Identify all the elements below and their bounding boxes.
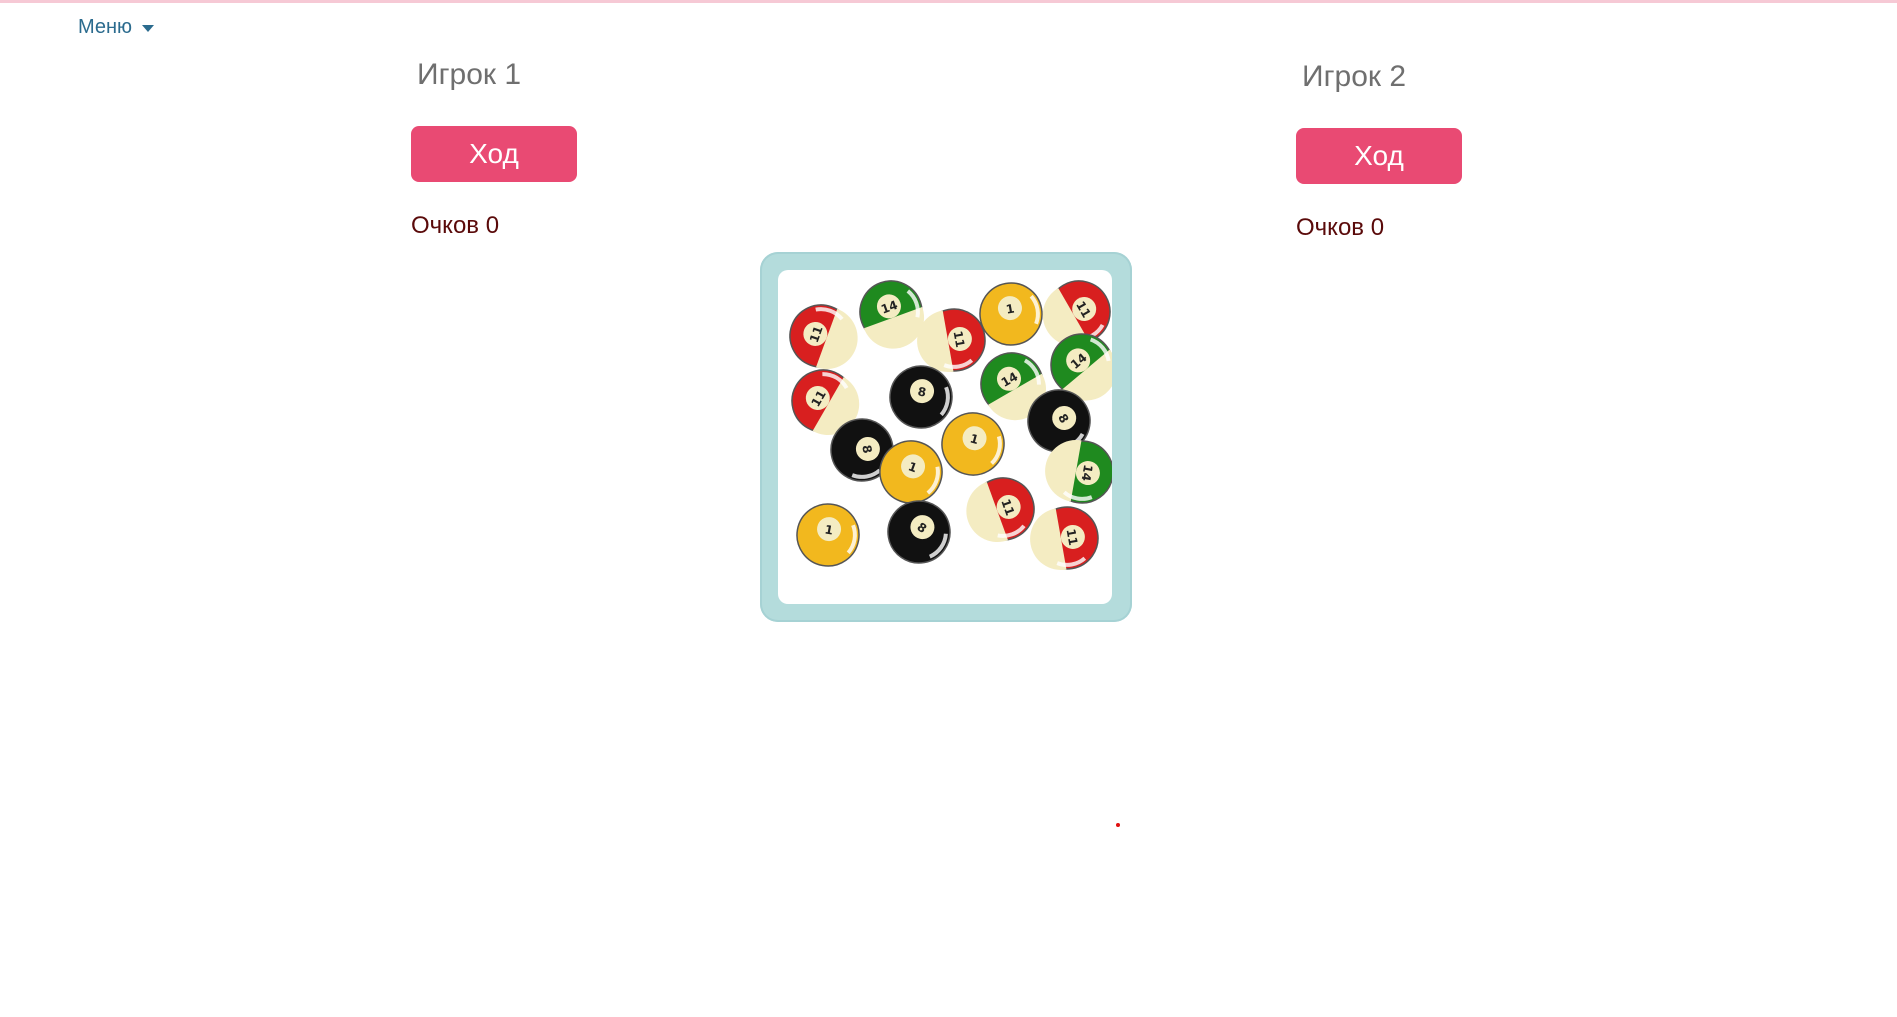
- billiard-ball-red-11[interactable]: 11: [781, 296, 866, 378]
- billiard-ball-yellow-1[interactable]: 1: [975, 278, 1047, 350]
- caret-down-icon: [142, 25, 155, 32]
- balls-field: 1114111 1111 814148181 14111 8 11: [781, 278, 1117, 575]
- ball-number: 14: [1079, 463, 1096, 482]
- billiard-ball-red-11[interactable]: 11: [1025, 502, 1103, 575]
- player-2-move-button[interactable]: Ход: [1296, 128, 1462, 184]
- player-2-name: Игрок 2: [1302, 60, 1407, 93]
- game-card[interactable]: 11 14 11 1 11 11 8 14 14 8 1 8 1 14 11 1 8 11: [760, 252, 1132, 622]
- ball-number: 11: [951, 330, 968, 349]
- player-1-score: Очков 0: [411, 212, 500, 239]
- player-1-name: Игрок 1: [417, 58, 522, 91]
- billiard-ball-yellow-1[interactable]: 1: [792, 499, 864, 571]
- menu-label: Меню: [78, 16, 133, 38]
- ball-number: 11: [1064, 528, 1081, 547]
- card-face: 11 14 11 1 11 11 8 14 14 8 1 8 1 14 11 1 8 11: [778, 270, 1117, 604]
- billiard-ball-yellow-1[interactable]: 1: [935, 406, 1011, 482]
- player-2-score: Очков 0: [1296, 214, 1385, 241]
- billiard-ball-black-8[interactable]: 8: [876, 489, 962, 575]
- player-1-move-button[interactable]: Ход: [411, 126, 577, 182]
- cursor-dot: [1116, 823, 1120, 827]
- billiard-ball-red-11[interactable]: 11: [958, 469, 1043, 551]
- top-accent-line: [0, 0, 1897, 3]
- menu-dropdown[interactable]: Меню: [78, 16, 155, 39]
